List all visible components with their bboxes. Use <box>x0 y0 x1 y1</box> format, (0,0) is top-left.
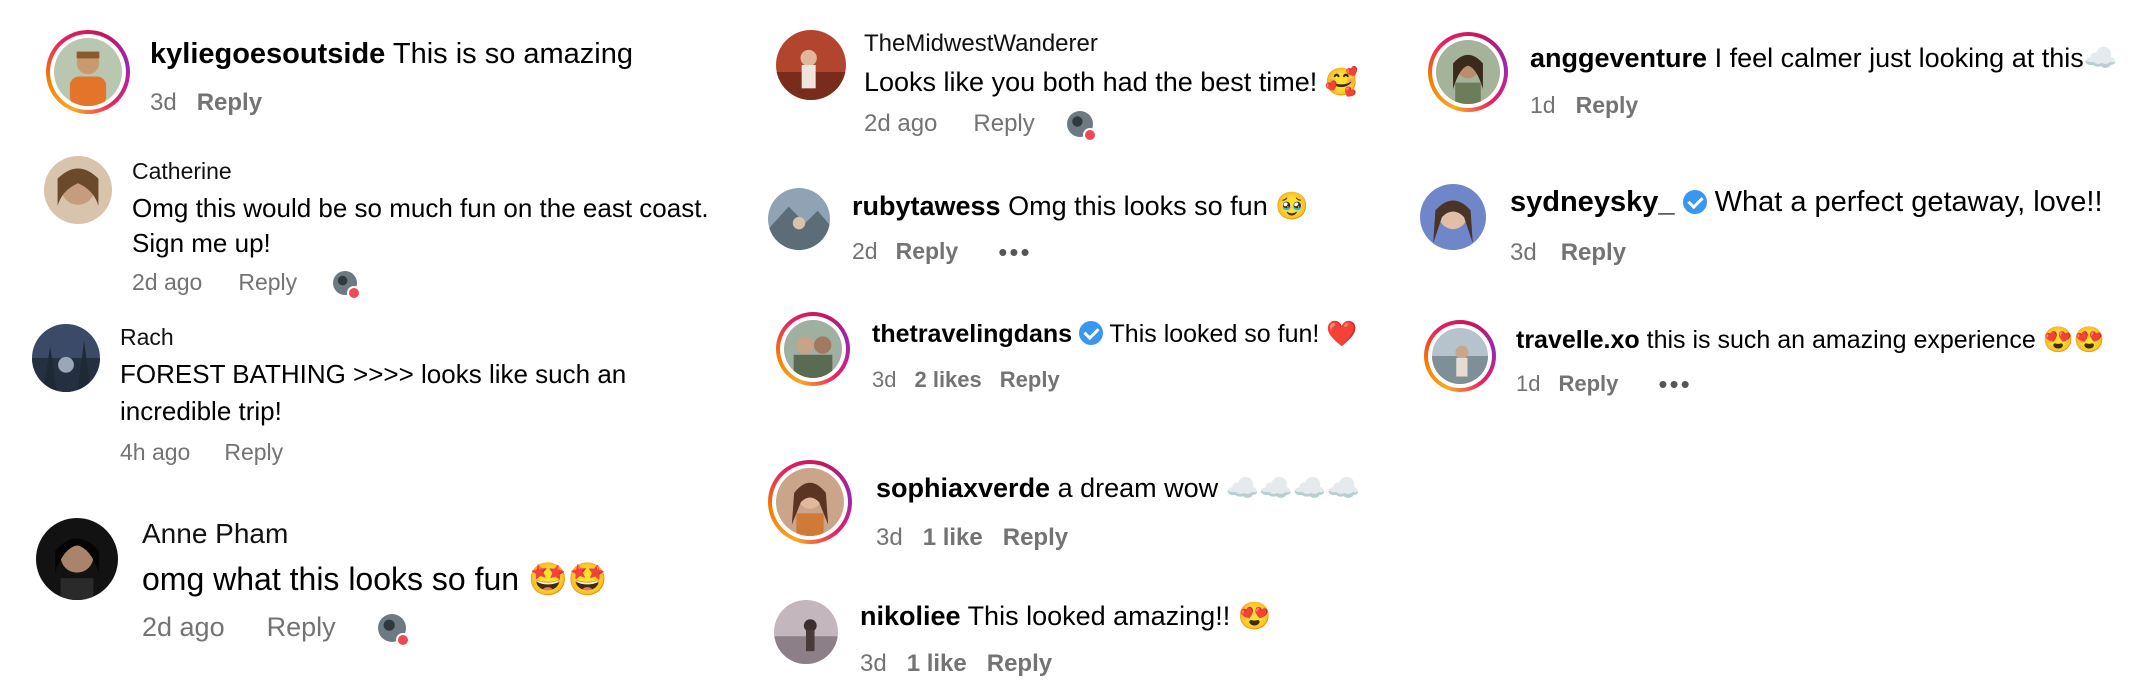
reply-button[interactable]: Reply <box>267 612 336 643</box>
story-ring-avatar[interactable] <box>46 30 130 114</box>
timestamp: 3d <box>1510 239 1537 266</box>
avatar <box>1436 40 1500 104</box>
timestamp: 2d ago <box>132 269 203 295</box>
comment-nikoliee: nikoliee This looked amazing!! 😍 3d 1 li… <box>774 600 1271 678</box>
username[interactable]: sophiaxverde <box>876 473 1050 503</box>
comment-thetravelingdans: thetravelingdans This looked so fun! ❤️ … <box>776 312 1357 393</box>
username[interactable]: anggeventure <box>1530 43 1707 73</box>
timestamp: 2d <box>852 238 878 264</box>
avatar-wrap[interactable] <box>32 324 100 392</box>
avatar-wrap[interactable] <box>1420 184 1486 250</box>
verified-badge-icon <box>1079 321 1104 345</box>
avatar <box>36 518 118 600</box>
username[interactable]: kyliegoesoutside <box>150 38 385 70</box>
comment-text-line-1: FOREST BATHING >>>> looks like such an <box>120 359 627 389</box>
timestamp: 3d <box>150 89 177 116</box>
avatar <box>768 188 830 250</box>
avatar-wrap[interactable] <box>768 188 830 250</box>
comment-rubytawess: rubytawess Omg this looks so fun 🥹 2d Re… <box>768 188 1309 265</box>
comment-kyliegoesoutside: kyliegoesoutside This is so amazing 3d R… <box>46 30 633 117</box>
comment-text-line-1: Omg this would be so much fun on the eas… <box>132 193 709 223</box>
comment-text: This looked amazing!! 😍 <box>967 601 1272 631</box>
author-liked-avatar <box>1066 111 1097 142</box>
comment-text: This looked so fun! ❤️ <box>1109 320 1358 348</box>
avatar <box>776 468 844 536</box>
timestamp: 4h ago <box>120 439 191 465</box>
comment-text: What a perfect getaway, love!! <box>1714 186 2103 218</box>
username[interactable]: rubytawess <box>852 191 1001 221</box>
heart-icon <box>1082 128 1097 142</box>
reply-button[interactable]: Reply <box>1558 371 1618 397</box>
avatar <box>32 324 100 392</box>
reply-button[interactable]: Reply <box>987 650 1052 678</box>
avatar <box>784 320 842 378</box>
timestamp: 3d <box>876 524 903 551</box>
reply-button[interactable]: Reply <box>896 238 959 265</box>
username[interactable]: Rach <box>120 324 626 351</box>
story-ring-avatar[interactable] <box>776 312 850 386</box>
comment-text-line-2: incredible trip! <box>120 396 282 426</box>
comment-text: this is such an amazing experience 😍😍 <box>1646 326 2105 354</box>
reply-button[interactable]: Reply <box>197 89 262 117</box>
timestamp: 2d ago <box>864 110 938 137</box>
story-ring-avatar[interactable] <box>768 460 852 544</box>
username[interactable]: nikoliee <box>860 601 961 631</box>
author-liked-avatar <box>377 613 410 647</box>
comment-text: Looks like you both had the best time! 🥰 <box>864 67 1359 97</box>
username[interactable]: thetravelingdans <box>872 320 1072 348</box>
comment-sydneysky: sydneysky_ What a perfect getaway, love!… <box>1420 184 2103 267</box>
timestamp: 1d <box>1530 92 1556 118</box>
avatar-wrap[interactable] <box>44 156 112 224</box>
avatar <box>54 38 122 106</box>
timestamp: 1d <box>1516 371 1541 396</box>
comment-catherine: Catherine Omg this would be so much fun … <box>44 156 709 300</box>
timestamp: 3d <box>860 650 887 677</box>
username[interactable]: sydneysky_ <box>1510 186 1674 218</box>
avatar-wrap[interactable] <box>776 30 846 100</box>
story-ring-avatar[interactable] <box>1424 320 1496 392</box>
reply-button[interactable]: Reply <box>1003 524 1068 552</box>
likes-count[interactable]: 2 likes <box>914 367 981 393</box>
comment-text: Omg this looks so fun 🥹 <box>1008 191 1309 221</box>
likes-count[interactable]: 1 like <box>923 524 983 552</box>
username[interactable]: Anne Pham <box>142 518 608 550</box>
reply-button[interactable]: Reply <box>1576 92 1639 119</box>
reply-button[interactable]: Reply <box>1561 239 1626 267</box>
avatar <box>1420 184 1486 250</box>
reply-button[interactable]: Reply <box>1000 367 1060 393</box>
avatar <box>44 156 112 224</box>
avatar-wrap[interactable] <box>774 600 838 664</box>
username[interactable]: travelle.xo <box>1516 326 1640 354</box>
reply-button[interactable]: Reply <box>224 439 283 466</box>
comment-anne-pham: Anne Pham omg what this looks so fun 🤩🤩 … <box>36 518 608 647</box>
username[interactable]: Catherine <box>132 158 709 185</box>
timestamp: 2d ago <box>142 612 225 642</box>
comment-text-line-2: Sign me up! <box>132 228 271 258</box>
reply-button[interactable]: Reply <box>973 110 1034 138</box>
story-ring-avatar[interactable] <box>1428 32 1508 112</box>
comment-travelle-xo: travelle.xo this is such an amazing expe… <box>1424 320 2105 397</box>
timestamp: 3d <box>872 367 897 392</box>
verified-badge-icon <box>1682 190 1707 214</box>
avatar <box>776 30 846 100</box>
comment-themidwestwanderer: TheMidwestWanderer Looks like you both h… <box>776 30 1359 142</box>
likes-count[interactable]: 1 like <box>907 650 967 678</box>
comment-anggeventure: anggeventure I feel calmer just looking … <box>1428 32 2117 119</box>
more-options-icon[interactable]: ••• <box>998 239 1031 265</box>
avatar <box>1432 328 1488 384</box>
heart-icon <box>347 285 362 300</box>
username[interactable]: TheMidwestWanderer <box>864 30 1358 58</box>
reply-button[interactable]: Reply <box>238 269 297 296</box>
comment-text: This is so amazing <box>392 38 634 70</box>
heart-icon <box>395 632 410 647</box>
comment-sophiaxverde: sophiaxverde a dream wow ☁️☁️☁️☁️ 3d 1 l… <box>768 460 1360 552</box>
comment-text: a dream wow ☁️☁️☁️☁️ <box>1057 473 1361 503</box>
avatar-wrap[interactable] <box>36 518 118 600</box>
comment-text: I feel calmer just looking at this☁️ <box>1714 43 2118 73</box>
more-options-icon[interactable]: ••• <box>1658 371 1691 397</box>
avatar <box>774 600 838 664</box>
author-liked-avatar <box>333 270 362 300</box>
comment-text: omg what this looks so fun 🤩🤩 <box>142 561 608 597</box>
comment-rach: Rach FOREST BATHING >>>> looks like such… <box>32 324 626 466</box>
